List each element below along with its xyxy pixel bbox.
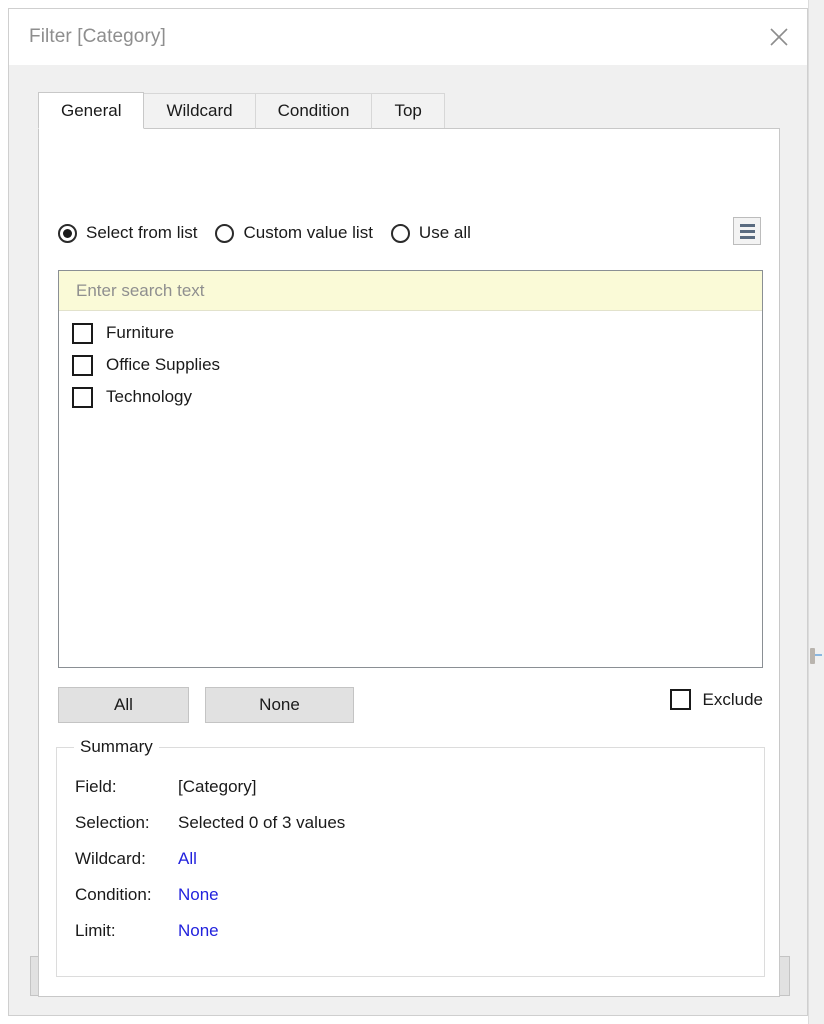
value-item-list: Furniture Office Supplies Technology (59, 311, 762, 413)
tab-strip-filler (444, 92, 780, 129)
background-panel-edge (808, 0, 824, 1024)
summary-value-link[interactable]: None (178, 885, 219, 905)
summary-rows: Field: [Category] Selection: Selected 0 … (57, 748, 764, 957)
dialog-body: General Wildcard Condition Top Select fr… (9, 65, 807, 1015)
checkbox-icon[interactable] (72, 387, 93, 408)
summary-group-box: Summary Field: [Category] Selection: Sel… (56, 747, 765, 977)
exclude-checkbox-option[interactable]: Exclude (670, 689, 763, 710)
radio-select-from-list[interactable]: Select from list (58, 223, 197, 243)
list-item-label: Office Supplies (106, 355, 220, 375)
checkbox-icon[interactable] (72, 323, 93, 344)
summary-row-field: Field: [Category] (75, 777, 764, 813)
select-all-button[interactable]: All (58, 687, 189, 723)
selection-controls-row: All None Exclude (58, 687, 763, 723)
dialog-title-bar: Filter [Category] (9, 9, 807, 65)
search-input[interactable] (59, 271, 762, 311)
close-icon[interactable] (751, 9, 807, 65)
summary-row-wildcard: Wildcard: All (75, 849, 764, 885)
page-title: Filter [Category] (29, 26, 166, 48)
summary-key: Wildcard: (75, 849, 178, 869)
summary-row-selection: Selection: Selected 0 of 3 values (75, 813, 764, 849)
summary-value-link[interactable]: All (178, 849, 197, 869)
tab-strip: General Wildcard Condition Top (38, 93, 780, 129)
radio-custom-value-list-label: Custom value list (243, 223, 372, 243)
radio-unselected-icon (215, 224, 234, 243)
summary-value: [Category] (178, 777, 256, 797)
value-list-box: Furniture Office Supplies Technology (58, 270, 763, 668)
list-item[interactable]: Technology (59, 381, 762, 413)
general-tab-panel: Select from list Custom value list Use a… (38, 128, 780, 997)
tab-top[interactable]: Top (371, 93, 444, 129)
summary-key: Selection: (75, 813, 178, 833)
summary-value-link[interactable]: None (178, 921, 219, 941)
hamburger-menu-icon[interactable] (733, 217, 761, 245)
radio-custom-value-list[interactable]: Custom value list (215, 223, 372, 243)
tab-general[interactable]: General (38, 92, 144, 129)
checkbox-icon[interactable] (670, 689, 691, 710)
menu-bar (740, 230, 755, 233)
menu-bar (740, 236, 755, 239)
summary-key: Field: (75, 777, 178, 797)
tab-wildcard[interactable]: Wildcard (143, 93, 255, 129)
summary-key: Condition: (75, 885, 178, 905)
list-item[interactable]: Furniture (59, 317, 762, 349)
tab-condition[interactable]: Condition (255, 93, 373, 129)
checkbox-icon[interactable] (72, 355, 93, 376)
radio-selected-icon (58, 224, 77, 243)
filter-mode-radio-group: Select from list Custom value list Use a… (58, 219, 763, 247)
filter-dialog: Filter [Category] General Wildcard Condi… (8, 8, 808, 1016)
select-none-button[interactable]: None (205, 687, 354, 723)
panel-resize-handle[interactable] (810, 648, 815, 664)
summary-legend: Summary (74, 737, 159, 757)
list-item-label: Furniture (106, 323, 174, 343)
summary-row-limit: Limit: None (75, 921, 764, 957)
summary-key: Limit: (75, 921, 178, 941)
exclude-label: Exclude (703, 690, 763, 710)
summary-value: Selected 0 of 3 values (178, 813, 345, 833)
menu-bar (740, 224, 755, 227)
summary-row-condition: Condition: None (75, 885, 764, 921)
radio-use-all-label: Use all (419, 223, 471, 243)
radio-unselected-icon (391, 224, 410, 243)
radio-select-from-list-label: Select from list (86, 223, 197, 243)
list-item[interactable]: Office Supplies (59, 349, 762, 381)
radio-use-all[interactable]: Use all (391, 223, 471, 243)
list-item-label: Technology (106, 387, 192, 407)
